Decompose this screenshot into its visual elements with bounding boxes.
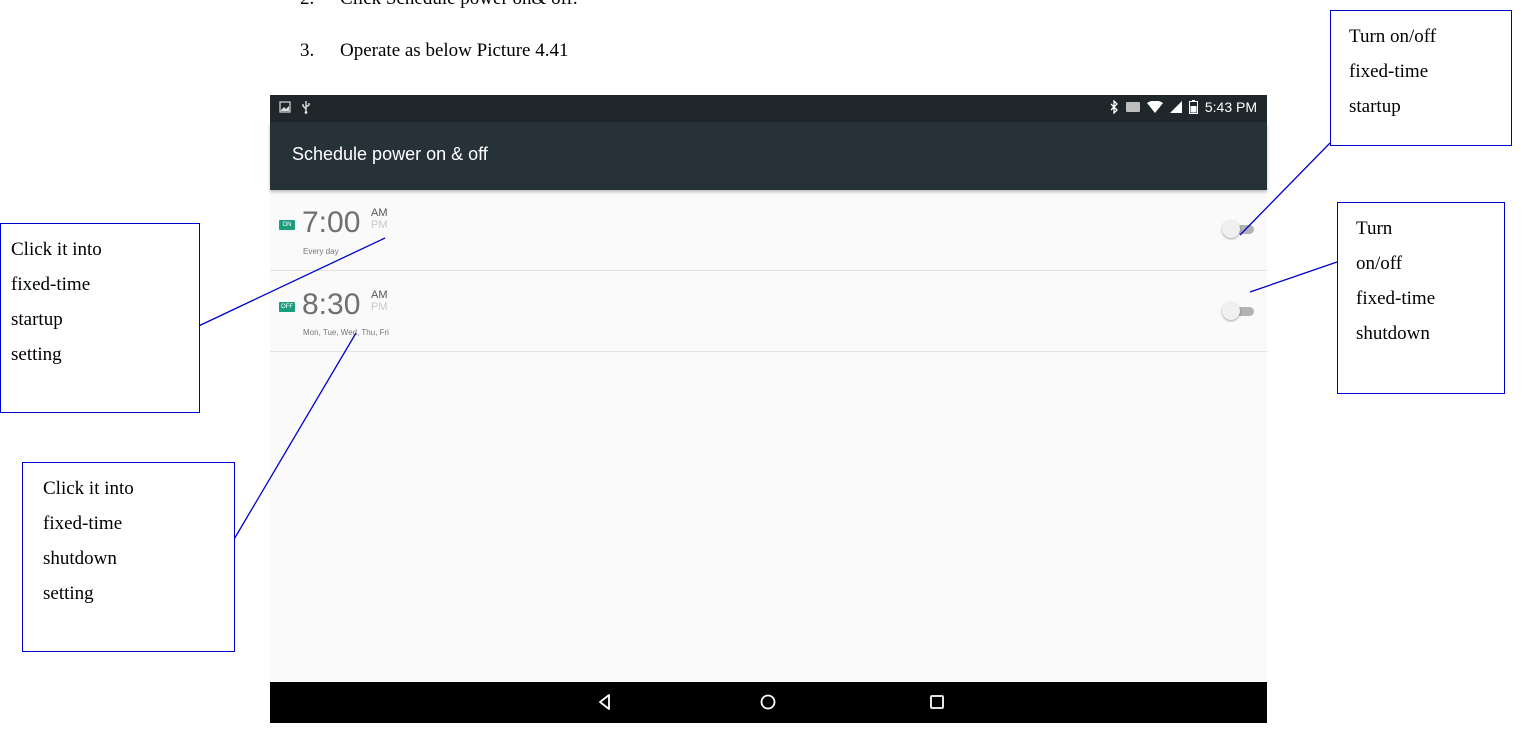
- callout-startup-setting: Click it into fixed-time startup setting: [0, 223, 200, 413]
- callout-line: setting: [43, 583, 94, 604]
- status-time: 5:43 PM: [1204, 99, 1257, 115]
- callout-line: startup: [1349, 96, 1401, 117]
- toggle-thumb: [1222, 220, 1240, 238]
- sd-card-icon: [1125, 102, 1140, 112]
- am-label: AM: [371, 289, 388, 301]
- startup-toggle[interactable]: [1222, 219, 1258, 239]
- step-2-text: Click Schedule power on& off.: [340, 0, 578, 10]
- page-title: Schedule power on & off: [292, 144, 488, 164]
- signal-icon: [1169, 101, 1182, 113]
- callout-line: shutdown: [43, 548, 117, 569]
- step-3-line: 3. Operate as below Picture 4.41: [300, 40, 900, 66]
- wifi-icon: [1146, 101, 1163, 113]
- recents-icon[interactable]: [925, 690, 949, 714]
- status-bar: 5:43 PM: [270, 95, 1267, 122]
- bluetooth-icon: [1110, 100, 1118, 114]
- off-badge: OFF: [279, 302, 295, 312]
- callout-text: Click it into: [11, 239, 102, 260]
- callout-shutdown-toggle: Turn on/off fixed-time shutdown: [1337, 202, 1505, 394]
- usb-icon: [302, 101, 310, 114]
- pm-label: PM: [371, 301, 388, 313]
- callout-line: fixed-time: [1349, 61, 1429, 82]
- schedule-time: 8:30: [302, 288, 361, 321]
- callout-line: on/off: [1356, 253, 1403, 274]
- navigation-bar: [270, 682, 1267, 723]
- battery-icon: [1188, 100, 1198, 114]
- pm-label: PM: [371, 219, 388, 231]
- back-icon[interactable]: [593, 690, 617, 714]
- callout-shutdown-setting: Click it into fixed-time shutdown settin…: [22, 462, 235, 652]
- callout-line: Click it into: [43, 478, 134, 499]
- schedule-days: Every day: [303, 247, 339, 256]
- schedule-time: 7:00: [302, 206, 361, 239]
- callout-line: setting: [11, 344, 62, 365]
- shutdown-toggle[interactable]: [1222, 301, 1258, 321]
- step-2-line: 2. Click Schedule power on& off.: [300, 0, 900, 14]
- callout-line: fixed-time: [11, 274, 91, 295]
- callout-line: Turn: [1356, 218, 1393, 239]
- toggle-thumb: [1222, 302, 1240, 320]
- schedule-days: Mon, Tue, Wed, Thu, Fri: [303, 328, 389, 337]
- callout-line: startup: [11, 309, 63, 330]
- callout-line: Turn on/off: [1349, 26, 1437, 47]
- schedule-row-shutdown[interactable]: OFF 8:30 AM PM Mon, Tue, Wed, Thu, Fri: [270, 271, 1267, 352]
- am-label: AM: [371, 207, 388, 219]
- schedule-row-startup[interactable]: ON 7:00 AM PM Every day: [270, 190, 1267, 271]
- step-3-number: 3.: [300, 40, 315, 61]
- gallery-notification-icon: [279, 101, 291, 113]
- callout-line: fixed-time: [1356, 288, 1436, 309]
- callout-line: shutdown: [1356, 323, 1430, 344]
- step-3-text: Operate as below Picture 4.41: [340, 40, 569, 61]
- step-2-number: 2.: [300, 0, 314, 10]
- callout-line: Click it into: [11, 232, 189, 267]
- on-badge: ON: [279, 220, 295, 230]
- callout-line: fixed-time: [43, 513, 123, 534]
- callout-startup-toggle: Turn on/off fixed-time startup: [1330, 10, 1512, 146]
- android-screenshot: 5:43 PM Schedule power on & off ON 7:00 …: [270, 95, 1267, 723]
- home-icon[interactable]: [756, 690, 780, 714]
- app-bar: Schedule power on & off: [270, 122, 1267, 190]
